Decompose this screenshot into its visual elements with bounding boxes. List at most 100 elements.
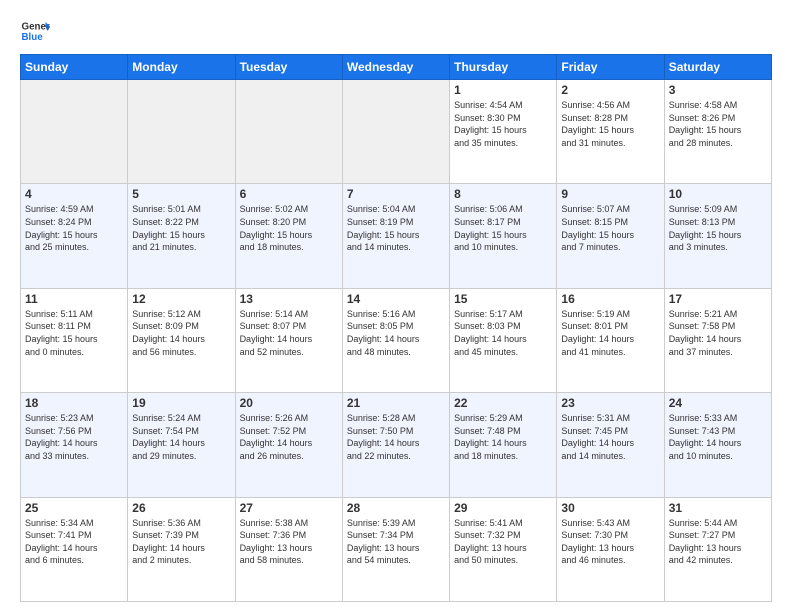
header: General Blue <box>20 16 772 46</box>
day-info: Sunrise: 5:12 AM Sunset: 8:09 PM Dayligh… <box>132 308 230 358</box>
day-number: 14 <box>347 292 445 306</box>
calendar-cell: 28 Sunrise: 5:39 AM Sunset: 7:34 PM Dayli… <box>342 497 449 601</box>
logo: General Blue <box>20 16 50 46</box>
calendar-cell: 4 Sunrise: 4:59 AM Sunset: 8:24 PM Daylig… <box>21 184 128 288</box>
day-info: Sunrise: 5:14 AM Sunset: 8:07 PM Dayligh… <box>240 308 338 358</box>
day-info: Sunrise: 5:07 AM Sunset: 8:15 PM Dayligh… <box>561 203 659 253</box>
logo-icon: General Blue <box>20 16 50 46</box>
calendar-header-row: SundayMondayTuesdayWednesdayThursdayFrid… <box>21 55 772 80</box>
day-info: Sunrise: 5:11 AM Sunset: 8:11 PM Dayligh… <box>25 308 123 358</box>
calendar-cell: 27 Sunrise: 5:38 AM Sunset: 7:36 PM Dayli… <box>235 497 342 601</box>
calendar-cell: 3 Sunrise: 4:58 AM Sunset: 8:26 PM Daylig… <box>664 80 771 184</box>
day-info: Sunrise: 5:24 AM Sunset: 7:54 PM Dayligh… <box>132 412 230 462</box>
svg-text:Blue: Blue <box>22 32 44 43</box>
calendar-cell: 24 Sunrise: 5:33 AM Sunset: 7:43 PM Dayli… <box>664 393 771 497</box>
day-info: Sunrise: 5:43 AM Sunset: 7:30 PM Dayligh… <box>561 517 659 567</box>
day-number: 27 <box>240 501 338 515</box>
calendar-cell: 13 Sunrise: 5:14 AM Sunset: 8:07 PM Dayli… <box>235 288 342 392</box>
calendar-table: SundayMondayTuesdayWednesdayThursdayFrid… <box>20 54 772 602</box>
calendar-cell: 8Sunrise: 5:06 AM Sunset: 8:17 PM Daylig… <box>450 184 557 288</box>
calendar-cell: 9 Sunrise: 5:07 AM Sunset: 8:15 PM Daylig… <box>557 184 664 288</box>
calendar-header-friday: Friday <box>557 55 664 80</box>
day-info: Sunrise: 5:36 AM Sunset: 7:39 PM Dayligh… <box>132 517 230 567</box>
day-number: 23 <box>561 396 659 410</box>
calendar-cell: 31 Sunrise: 5:44 AM Sunset: 7:27 PM Dayli… <box>664 497 771 601</box>
day-number: 24 <box>669 396 767 410</box>
calendar-week-4: 18Sunrise: 5:23 AM Sunset: 7:56 PM Dayli… <box>21 393 772 497</box>
day-number: 6 <box>240 187 338 201</box>
day-number: 25 <box>25 501 123 515</box>
day-number: 17 <box>669 292 767 306</box>
day-number: 18 <box>25 396 123 410</box>
calendar-cell: 14 Sunrise: 5:16 AM Sunset: 8:05 PM Dayli… <box>342 288 449 392</box>
calendar-cell <box>128 80 235 184</box>
day-info: Sunrise: 4:54 AM Sunset: 8:30 PM Dayligh… <box>454 99 552 149</box>
day-number: 13 <box>240 292 338 306</box>
calendar-header-saturday: Saturday <box>664 55 771 80</box>
day-info: Sunrise: 4:58 AM Sunset: 8:26 PM Dayligh… <box>669 99 767 149</box>
calendar-week-1: 1 Sunrise: 4:54 AM Sunset: 8:30 PM Daylig… <box>21 80 772 184</box>
calendar-cell: 10 Sunrise: 5:09 AM Sunset: 8:13 PM Dayli… <box>664 184 771 288</box>
day-info: Sunrise: 5:19 AM Sunset: 8:01 PM Dayligh… <box>561 308 659 358</box>
day-info: Sunrise: 5:01 AM Sunset: 8:22 PM Dayligh… <box>132 203 230 253</box>
calendar-cell: 29 Sunrise: 5:41 AM Sunset: 7:32 PM Dayli… <box>450 497 557 601</box>
calendar-cell <box>21 80 128 184</box>
day-info: Sunrise: 5:33 AM Sunset: 7:43 PM Dayligh… <box>669 412 767 462</box>
day-number: 8 <box>454 187 552 201</box>
calendar-cell: 1 Sunrise: 4:54 AM Sunset: 8:30 PM Daylig… <box>450 80 557 184</box>
day-info: Sunrise: 5:09 AM Sunset: 8:13 PM Dayligh… <box>669 203 767 253</box>
day-number: 11 <box>25 292 123 306</box>
calendar-cell <box>342 80 449 184</box>
day-info: Sunrise: 5:29 AM Sunset: 7:48 PM Dayligh… <box>454 412 552 462</box>
calendar-cell: 23Sunrise: 5:31 AM Sunset: 7:45 PM Dayli… <box>557 393 664 497</box>
day-info: Sunrise: 5:34 AM Sunset: 7:41 PM Dayligh… <box>25 517 123 567</box>
calendar-week-5: 25 Sunrise: 5:34 AM Sunset: 7:41 PM Dayli… <box>21 497 772 601</box>
calendar-header-monday: Monday <box>128 55 235 80</box>
calendar-week-2: 4 Sunrise: 4:59 AM Sunset: 8:24 PM Daylig… <box>21 184 772 288</box>
calendar-cell: 7Sunrise: 5:04 AM Sunset: 8:19 PM Daylig… <box>342 184 449 288</box>
day-info: Sunrise: 5:02 AM Sunset: 8:20 PM Dayligh… <box>240 203 338 253</box>
day-info: Sunrise: 5:38 AM Sunset: 7:36 PM Dayligh… <box>240 517 338 567</box>
calendar-cell <box>235 80 342 184</box>
day-number: 2 <box>561 83 659 97</box>
calendar-header-wednesday: Wednesday <box>342 55 449 80</box>
day-number: 22 <box>454 396 552 410</box>
day-info: Sunrise: 4:59 AM Sunset: 8:24 PM Dayligh… <box>25 203 123 253</box>
calendar-cell: 25 Sunrise: 5:34 AM Sunset: 7:41 PM Dayli… <box>21 497 128 601</box>
day-number: 31 <box>669 501 767 515</box>
calendar-cell: 15Sunrise: 5:17 AM Sunset: 8:03 PM Dayli… <box>450 288 557 392</box>
day-number: 28 <box>347 501 445 515</box>
day-info: Sunrise: 5:16 AM Sunset: 8:05 PM Dayligh… <box>347 308 445 358</box>
day-info: Sunrise: 5:44 AM Sunset: 7:27 PM Dayligh… <box>669 517 767 567</box>
day-number: 1 <box>454 83 552 97</box>
calendar-header-tuesday: Tuesday <box>235 55 342 80</box>
day-info: Sunrise: 5:39 AM Sunset: 7:34 PM Dayligh… <box>347 517 445 567</box>
calendar-cell: 2 Sunrise: 4:56 AM Sunset: 8:28 PM Daylig… <box>557 80 664 184</box>
calendar-cell: 16Sunrise: 5:19 AM Sunset: 8:01 PM Dayli… <box>557 288 664 392</box>
day-number: 26 <box>132 501 230 515</box>
day-info: Sunrise: 5:41 AM Sunset: 7:32 PM Dayligh… <box>454 517 552 567</box>
day-number: 9 <box>561 187 659 201</box>
day-info: Sunrise: 5:28 AM Sunset: 7:50 PM Dayligh… <box>347 412 445 462</box>
calendar-cell: 26 Sunrise: 5:36 AM Sunset: 7:39 PM Dayli… <box>128 497 235 601</box>
calendar-cell: 21Sunrise: 5:28 AM Sunset: 7:50 PM Dayli… <box>342 393 449 497</box>
day-number: 3 <box>669 83 767 97</box>
calendar-header-thursday: Thursday <box>450 55 557 80</box>
day-number: 4 <box>25 187 123 201</box>
day-info: Sunrise: 5:21 AM Sunset: 7:58 PM Dayligh… <box>669 308 767 358</box>
day-number: 20 <box>240 396 338 410</box>
calendar-cell: 20Sunrise: 5:26 AM Sunset: 7:52 PM Dayli… <box>235 393 342 497</box>
day-number: 10 <box>669 187 767 201</box>
day-number: 15 <box>454 292 552 306</box>
calendar-cell: 18Sunrise: 5:23 AM Sunset: 7:56 PM Dayli… <box>21 393 128 497</box>
day-info: Sunrise: 5:04 AM Sunset: 8:19 PM Dayligh… <box>347 203 445 253</box>
calendar-cell: 17 Sunrise: 5:21 AM Sunset: 7:58 PM Dayli… <box>664 288 771 392</box>
calendar-cell: 6 Sunrise: 5:02 AM Sunset: 8:20 PM Daylig… <box>235 184 342 288</box>
calendar-week-3: 11 Sunrise: 5:11 AM Sunset: 8:11 PM Dayli… <box>21 288 772 392</box>
day-number: 29 <box>454 501 552 515</box>
calendar-cell: 11 Sunrise: 5:11 AM Sunset: 8:11 PM Dayli… <box>21 288 128 392</box>
calendar-header-sunday: Sunday <box>21 55 128 80</box>
page: General Blue SundayMondayTuesdayWednesda… <box>0 0 792 612</box>
day-info: Sunrise: 4:56 AM Sunset: 8:28 PM Dayligh… <box>561 99 659 149</box>
day-number: 5 <box>132 187 230 201</box>
